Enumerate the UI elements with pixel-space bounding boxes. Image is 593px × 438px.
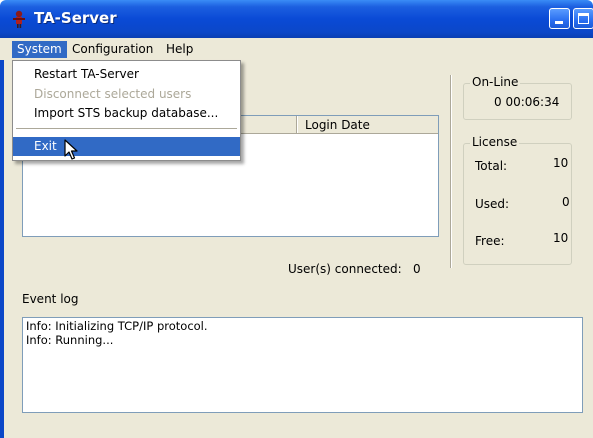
event-log-line: Info: Running... <box>26 333 114 347</box>
users-connected-label: User(s) connected: <box>288 262 402 276</box>
maximize-button[interactable] <box>573 8 593 29</box>
users-connected-count: 0 <box>413 262 421 276</box>
window-left-border <box>0 38 4 438</box>
menu-item-restart-server[interactable]: Restart TA-Server <box>13 65 240 84</box>
mouse-cursor-icon <box>64 139 78 160</box>
license-free-label: Free: <box>475 234 505 248</box>
maximize-icon <box>578 13 589 24</box>
event-log-label: Event log <box>22 292 79 306</box>
menu-help[interactable]: Help <box>161 41 198 58</box>
license-total-label: Total: <box>475 159 508 173</box>
event-log-line: Info: Initializing TCP/IP protocol. <box>26 319 208 333</box>
menu-item-import-backup[interactable]: Import STS backup database... <box>13 104 240 123</box>
column-header-login-date[interactable]: Login Date <box>305 118 370 132</box>
online-group-label: On-Line <box>470 75 521 89</box>
menu-separator <box>16 128 237 129</box>
license-group-label: License <box>470 135 520 149</box>
vertical-separator <box>450 75 452 268</box>
license-total-value: 10 <box>553 156 569 170</box>
menu-configuration[interactable]: Configuration <box>67 41 158 58</box>
window-title: TA-Server <box>34 9 117 27</box>
license-used-value: 0 <box>562 195 570 209</box>
column-divider[interactable] <box>296 116 298 133</box>
app-icon <box>13 10 25 28</box>
menu-item-disconnect-users: Disconnect selected users <box>34 87 192 101</box>
license-used-label: Used: <box>475 197 510 211</box>
online-duration: 0 00:06:34 <box>494 95 560 109</box>
minimize-icon <box>555 21 563 24</box>
menu-system[interactable]: System <box>12 41 67 58</box>
license-free-value: 10 <box>553 231 569 245</box>
minimize-button[interactable] <box>549 8 570 29</box>
menu-item-exit[interactable]: Exit <box>13 137 240 156</box>
